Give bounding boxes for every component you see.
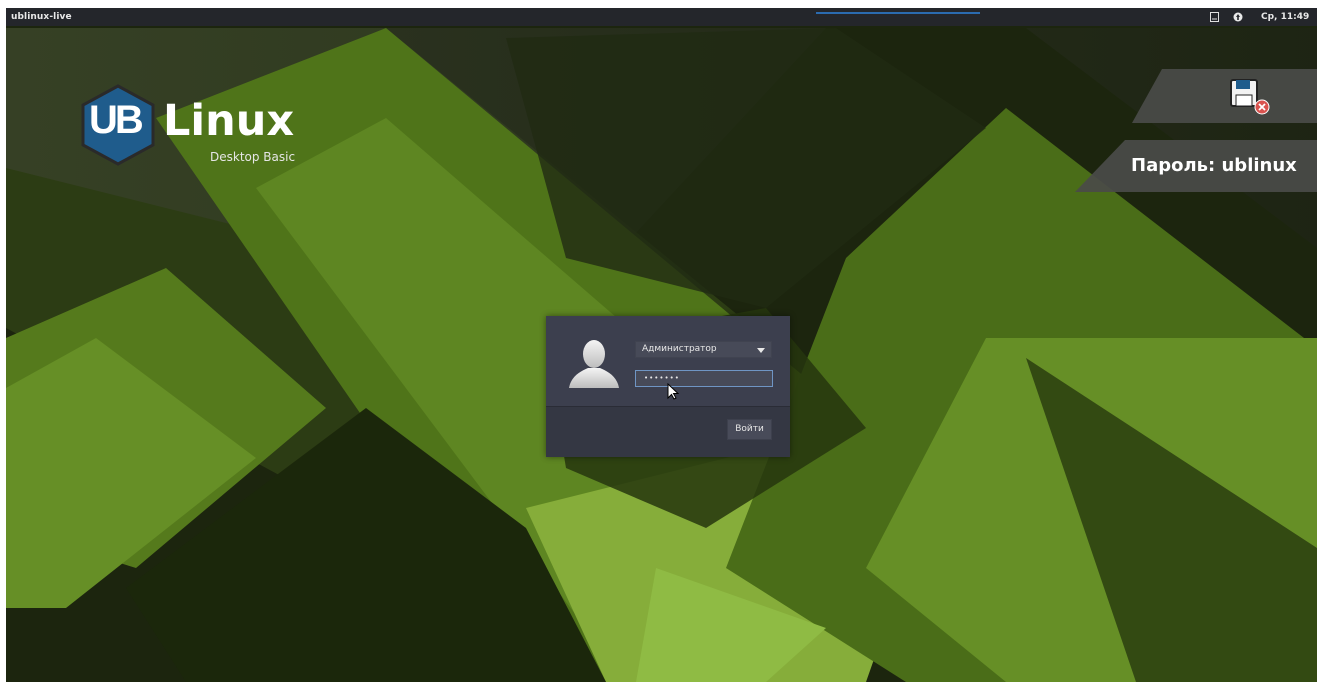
floppy-save-error-icon [1230,79,1270,115]
logo-linux-text: Linux [163,96,295,146]
clock-label[interactable]: Ср, 11:49 [1261,12,1309,22]
notes-icon[interactable] [1210,12,1219,22]
hint-banner-top [1132,69,1317,123]
user-silhouette-icon [569,340,619,388]
logo-edition-text: Desktop Basic [210,150,296,164]
ublinux-logo: UB Linux Desktop Basic [77,84,317,166]
password-mask: ••••••• [644,374,680,382]
mouse-cursor-icon [667,383,679,400]
user-select-dropdown[interactable]: Администратор [635,341,772,358]
logo-ub-text: UB [89,98,144,142]
password-field[interactable]: ••••••• [635,370,773,387]
screen-border-top [0,0,1317,8]
workspace-indicator [816,12,980,14]
selected-user-label: Администратор [642,344,717,354]
top-panel: ublinux-live Ср, 11:49 [6,8,1317,26]
network-icon[interactable] [1233,12,1243,22]
login-button[interactable]: Войти [727,419,772,440]
password-hint-text: Пароль: ublinux [1131,155,1297,176]
hostname-label: ublinux-live [11,12,72,22]
chevron-down-icon[interactable] [757,348,765,353]
